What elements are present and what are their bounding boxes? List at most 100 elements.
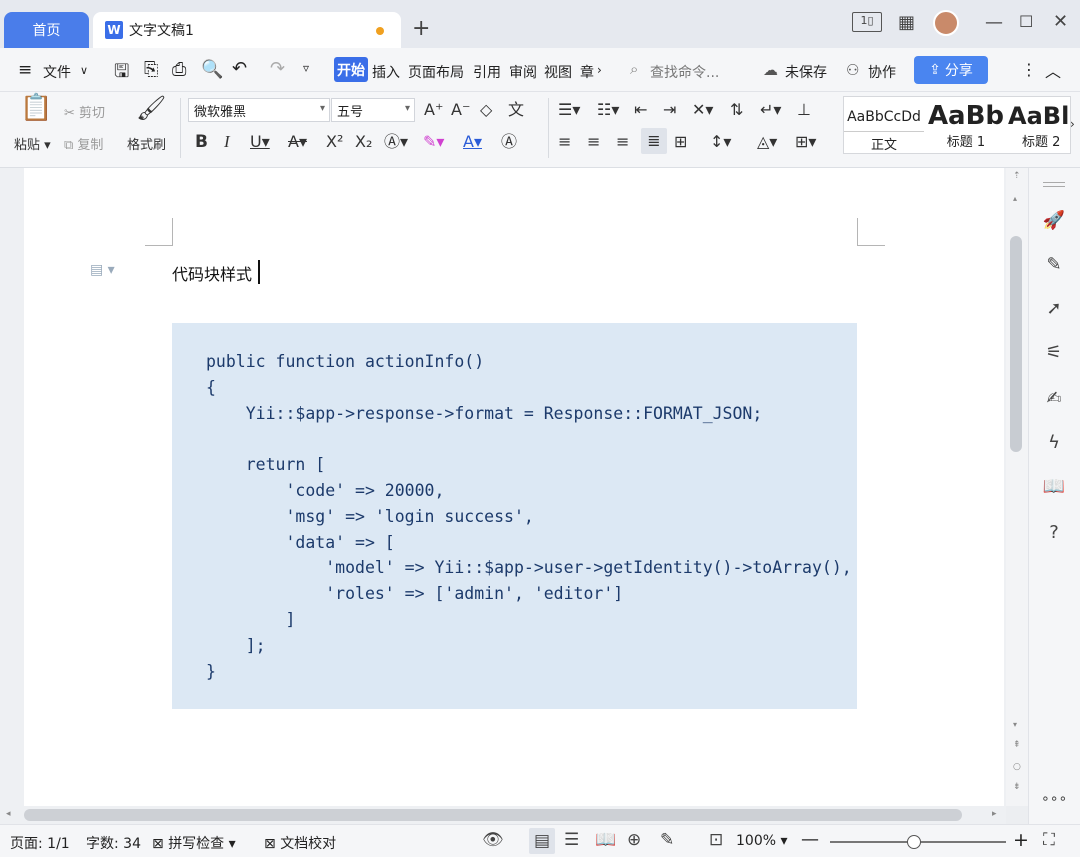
shrink-font-icon[interactable]: A⁻ [451,100,470,120]
scroll-top-icon[interactable]: ⇡ [1013,171,1021,181]
horizontal-scrollbar[interactable]: ◂ ▸ [0,806,1006,824]
document-page[interactable]: ▤ ▾ 代码块样式 public function actionInfo(){ … [24,168,1004,808]
tab-start[interactable]: 开始 [334,57,368,82]
tab-review[interactable]: 审阅 [509,62,537,82]
align-right-icon[interactable]: ≡ [616,132,629,152]
sort-icon[interactable]: ⇅ [730,100,743,120]
redo-icon[interactable]: ↷ [270,58,285,79]
zoom-level[interactable]: 100% ▾ [736,833,788,849]
font-size-select[interactable]: 五号 ▾ [331,98,415,122]
style-heading-1[interactable]: AaBb 标题 1 [926,97,1006,153]
minimize-icon[interactable]: — [985,12,1003,33]
code-block[interactable]: public function actionInfo(){ Yii::$app-… [172,323,857,709]
web-view-icon[interactable]: ⊕ [627,830,641,850]
doc-proof-button[interactable]: ⊠ 文档校对 [264,833,336,853]
chevron-down-icon[interactable]: ∨ [80,64,88,77]
collapse-ribbon-icon[interactable]: ︿ [1045,58,1061,82]
chevron-right-icon[interactable]: › [597,63,602,77]
zoom-slider-thumb[interactable] [907,835,922,849]
bullet-list-icon[interactable]: ☰▾ [558,100,580,120]
tab-stops-icon[interactable]: ⊥ [797,100,811,120]
book-icon[interactable]: 📖 [1041,474,1067,500]
italic-icon[interactable]: I [224,132,230,152]
save-icon[interactable]: 🖫 [114,59,129,89]
share-button[interactable]: ⇪ 分享 [914,56,988,84]
font-family-select[interactable]: 微软雅黑 ▾ [188,98,330,122]
char-border-icon[interactable]: Ⓐ [501,132,517,152]
maximize-icon[interactable]: ☐ [1019,12,1033,31]
show-marks-icon[interactable]: ↵▾ [760,100,781,120]
scroll-up-icon[interactable]: ▴ [1013,194,1017,203]
settings-sliders-icon[interactable]: ⚟ [1041,340,1067,366]
fullscreen-icon[interactable]: ⛶ [1043,830,1055,850]
cursor-icon[interactable]: ➚ [1041,296,1067,322]
shading-icon[interactable]: ◬▾ [757,132,777,152]
page-view-icon[interactable]: ▤ [529,828,555,854]
print-icon[interactable]: ⎙ [172,59,186,80]
menu-icon[interactable]: ≡ [18,60,32,80]
document-tab[interactable]: W 文字文稿1 [93,12,401,48]
tab-references[interactable]: 引用 [473,62,501,82]
help-icon[interactable]: ? [1041,520,1067,546]
word-count[interactable]: 字数: 34 [86,833,141,853]
borders-icon[interactable]: ⊞▾ [795,132,816,152]
paste-icon[interactable]: 📋 [20,95,52,121]
vertical-scrollbar[interactable]: ⇡ ▴ ▾ ⇞ ○ ⇟ [1006,168,1028,806]
bold-icon[interactable]: B [195,132,208,152]
distributed-icon[interactable]: ⊞ [674,132,687,152]
new-tab-button[interactable]: + [412,16,430,41]
increase-indent-icon[interactable]: ⇥ [663,100,676,120]
hscroll-thumb[interactable] [24,809,962,821]
rocket-icon[interactable]: 🚀 [1041,208,1067,234]
select-browse-icon[interactable]: ○ [1013,762,1021,772]
font-color-icon[interactable]: A▾ [463,132,482,152]
file-menu[interactable]: 文件 [43,62,71,82]
tab-chapter[interactable]: 章 [580,62,594,82]
cut-button[interactable]: ✂ 剪切 [64,102,105,121]
align-center-icon[interactable]: ≡ [587,132,600,152]
strikethrough-icon[interactable]: A▾ [288,132,307,152]
outline-view-icon[interactable]: ☰ [564,830,579,850]
text-effect-icon[interactable]: Ⓐ▾ [384,132,408,152]
write-view-icon[interactable]: ✎ [660,830,674,850]
paste-button[interactable]: 粘贴 ▾ [14,134,51,153]
style-heading-2[interactable]: AaBl 标题 2 [1008,97,1070,153]
more-vertical-icon[interactable]: ⋮ [1021,60,1037,79]
style-normal[interactable]: AaBbCcDd 正文 [844,97,924,153]
superscript-icon[interactable]: X² [326,132,343,152]
pen-icon[interactable]: ✎ [1041,252,1067,278]
print-preview-icon[interactable]: 🔍 [201,59,223,80]
tab-page-layout[interactable]: 页面布局 [408,62,464,82]
next-page-icon[interactable]: ⇟ [1013,782,1021,792]
justify-icon[interactable]: ≣ [641,128,667,154]
format-painter-button[interactable]: 格式刷 [127,134,166,153]
home-tab[interactable]: 首页 [4,12,89,48]
zoom-out-button[interactable]: — [801,829,819,850]
chevron-right-icon[interactable]: › [1070,114,1075,134]
grid-apps-icon[interactable]: ▦ [898,12,915,33]
paragraph-handle-icon[interactable]: ▤ ▾ [90,262,115,278]
undo-icon[interactable]: ↶ [232,58,247,79]
decrease-indent-icon[interactable]: ⇤ [634,100,647,120]
command-search-input[interactable]: 查找命令... [650,62,719,82]
page-count[interactable]: 页面: 1/1 [10,833,70,853]
numbered-list-icon[interactable]: ☷▾ [597,100,619,120]
align-left-icon[interactable]: ≡ [558,132,571,152]
scroll-right-icon[interactable]: ▸ [992,809,997,819]
export-icon[interactable]: ⎘ [144,59,158,80]
more-horizontal-icon[interactable]: ∘∘∘ [1041,786,1067,812]
close-icon[interactable]: ✕ [1053,11,1068,32]
fit-page-icon[interactable]: ⊡ [709,830,723,850]
phonetic-icon[interactable]: 文 [508,100,524,120]
zoom-in-button[interactable]: + [1013,829,1029,851]
eye-protection-icon[interactable]: 👁 [482,830,504,850]
clear-format-icon[interactable]: ◇ [480,100,492,120]
avatar[interactable] [933,10,959,36]
scrollbar-thumb[interactable] [1010,236,1022,452]
underline-icon[interactable]: U▾ [250,132,270,152]
scroll-down-icon[interactable]: ▾ [1013,720,1017,729]
highlight-icon[interactable]: ✎▾ [423,132,444,152]
heading-text[interactable]: 代码块样式 [172,261,252,285]
unsaved-status[interactable]: 未保存 [785,62,827,82]
copy-button[interactable]: ⧉ 复制 [64,134,103,153]
